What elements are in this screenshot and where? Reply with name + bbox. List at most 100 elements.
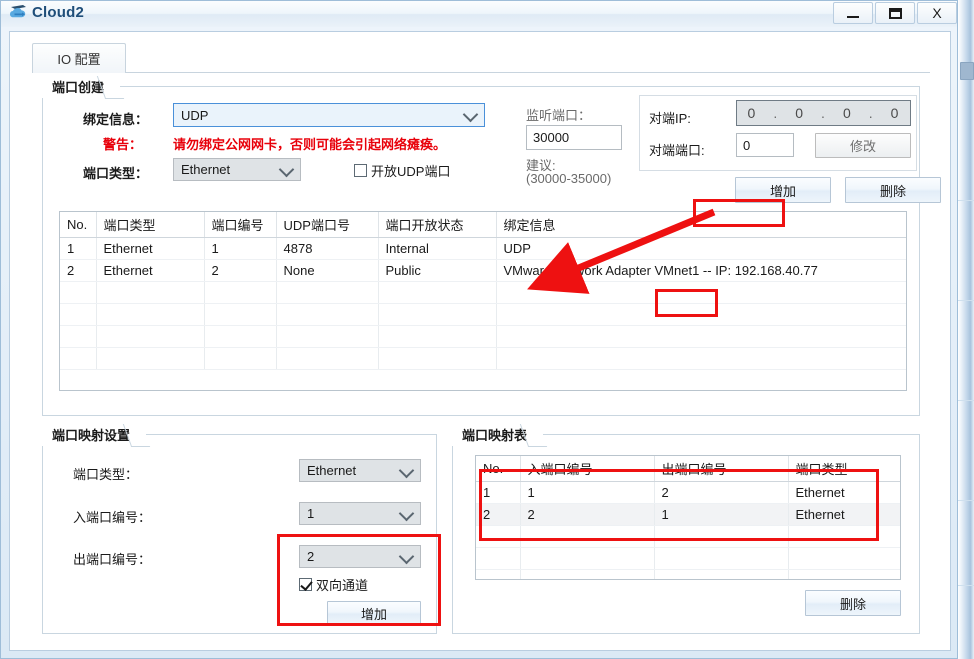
maximize-button[interactable]	[875, 2, 915, 24]
cell-no: 1	[60, 237, 97, 260]
map-col-out-port: 出端口编号	[654, 456, 789, 482]
map-out-port-label: 出端口编号：	[73, 552, 152, 567]
map-port-type-combo[interactable]: Ethernet	[299, 459, 421, 482]
cell-in-port: 1	[520, 481, 655, 504]
close-icon: X	[932, 5, 942, 21]
minimize-button[interactable]	[833, 2, 873, 24]
client-area: IO 配置 端口创建 绑定信息： UDP 警告： 请勿绑定公网网卡，否则可能会引…	[9, 31, 951, 651]
table-row-empty[interactable]	[476, 569, 900, 579]
warning-label: 警告：	[103, 137, 143, 152]
cell-in-port: 2	[520, 503, 655, 526]
port-col-udp: UDP端口号	[276, 212, 379, 238]
checkbox-box	[354, 164, 367, 177]
map-col-in-port: 入端口编号	[520, 456, 655, 482]
port-type-label: 端口类型：	[83, 166, 149, 181]
mapping-table[interactable]: No. 入端口编号 出端口编号 端口类型 1 1 2 Ethernet 2 2 …	[475, 455, 901, 580]
checkbox-box	[299, 578, 312, 591]
group-port-mapping-table-title: 端口映射表	[452, 422, 544, 446]
cell-out-port: 2	[654, 481, 789, 504]
peer-port-input[interactable]: 0	[736, 133, 794, 157]
delete-port-button[interactable]: 删除	[845, 177, 941, 203]
map-in-port-combo[interactable]: 1	[299, 502, 421, 525]
table-row[interactable]: 2 Ethernet 2 None Public VMware Network …	[60, 259, 906, 282]
listen-port-label: 监听端口：	[526, 108, 592, 123]
group-port-mapping-table: 端口映射表 No. 入端口编号 出端口编号 端口类型 1 1 2 Etherne…	[452, 422, 920, 634]
tab-strip: IO 配置	[32, 43, 930, 73]
maximize-icon	[888, 7, 902, 19]
tab-io-config[interactable]: IO 配置	[32, 43, 126, 73]
bidirectional-label: 双向通道	[316, 578, 369, 593]
group-port-create: 端口创建 绑定信息： UDP 警告： 请勿绑定公网网卡，否则可能会引起网络瘫痪。…	[42, 74, 941, 416]
map-out-port-combo[interactable]: 2	[299, 545, 421, 568]
listen-port-value: 30000	[533, 130, 570, 145]
add-port-button[interactable]: 增加	[735, 177, 831, 203]
bind-info-label: 绑定信息：	[83, 112, 149, 127]
port-col-bind-info: 绑定信息	[496, 212, 906, 238]
open-udp-checkbox[interactable]: 开放UDP端口	[354, 161, 450, 180]
chevron-down-icon	[398, 462, 415, 478]
ip-dot-2: .	[821, 105, 826, 121]
map-in-port-label: 入端口编号：	[73, 510, 152, 525]
chevron-down-icon	[462, 106, 479, 123]
cell-open-state: Public	[378, 259, 497, 282]
peer-ip-input[interactable]: 0 . 0 . 0 . 0	[736, 100, 911, 126]
chevron-down-icon	[398, 548, 415, 564]
bind-info-combo[interactable]: UDP	[173, 103, 485, 127]
modify-button[interactable]: 修改	[815, 133, 911, 158]
peer-ip-octet-4: 0	[890, 105, 900, 121]
table-row-empty[interactable]	[60, 325, 906, 348]
table-row-empty[interactable]	[476, 547, 900, 570]
cell-no: 2	[476, 503, 521, 526]
cell-no: 2	[60, 259, 97, 282]
table-row[interactable]: 2 2 1 Ethernet	[476, 503, 900, 526]
map-add-button[interactable]: 增加	[327, 601, 421, 625]
map-port-type-label: 端口类型：	[73, 467, 139, 482]
cell-bind-info: UDP	[496, 237, 906, 260]
cell-number: 2	[204, 259, 277, 282]
cell-type: Ethernet	[96, 259, 205, 282]
title-bar[interactable]: Cloud2 X	[1, 1, 957, 27]
chevron-down-icon	[398, 505, 415, 521]
port-col-open-state: 端口开放状态	[378, 212, 497, 238]
bind-info-value: UDP	[181, 107, 209, 123]
mapping-table-element: No. 入端口编号 出端口编号 端口类型 1 1 2 Ethernet 2 2 …	[476, 456, 900, 579]
background-window-sliver	[958, 0, 974, 659]
table-row[interactable]: 1 1 2 Ethernet	[476, 481, 900, 504]
peer-ip-label: 对端IP:	[649, 111, 691, 126]
cell-no: 1	[476, 481, 521, 504]
suggest-range: (30000-35000)	[526, 171, 612, 186]
cell-open-state: Internal	[378, 237, 497, 260]
map-in-port-value: 1	[307, 506, 315, 521]
table-row-empty[interactable]	[60, 281, 906, 304]
map-col-port-type: 端口类型	[788, 456, 900, 482]
port-col-no: No.	[60, 212, 97, 238]
port-type-combo[interactable]: Ethernet	[173, 158, 301, 181]
cell-out-port: 1	[654, 503, 789, 526]
ip-dot-3: .	[868, 105, 874, 121]
port-type-value: Ethernet	[181, 162, 231, 177]
port-col-number: 端口编号	[204, 212, 277, 238]
window-title: Cloud2	[32, 4, 85, 21]
open-udp-label: 开放UDP端口	[371, 164, 451, 179]
group-port-mapping-settings-title: 端口映射设置	[42, 422, 147, 446]
table-row-empty[interactable]	[476, 525, 900, 548]
port-table-element: No. 端口类型 端口编号 UDP端口号 端口开放状态 绑定信息 1 Ether…	[60, 212, 906, 370]
table-row-empty[interactable]	[60, 303, 906, 326]
cell-bind-info: VMware Network Adapter VMnet1 -- IP: 192…	[496, 259, 906, 282]
table-row[interactable]: 1 Ethernet 1 4878 Internal UDP	[60, 237, 906, 260]
table-row-empty[interactable]	[60, 347, 906, 370]
cell-udp: None	[276, 259, 379, 282]
ip-dot-1: .	[773, 105, 779, 121]
map-delete-button[interactable]: 删除	[805, 590, 901, 616]
cell-port-type: Ethernet	[788, 481, 900, 504]
port-table[interactable]: No. 端口类型 端口编号 UDP端口号 端口开放状态 绑定信息 1 Ether…	[59, 211, 907, 391]
mapping-table-header-row: No. 入端口编号 出端口编号 端口类型	[476, 456, 900, 482]
close-button[interactable]: X	[917, 2, 957, 24]
warning-text: 请勿绑定公网网卡，否则可能会引起网络瘫痪。	[173, 137, 447, 152]
peer-ip-octet-1: 0	[747, 105, 757, 121]
cell-udp: 4878	[276, 237, 379, 260]
bidirectional-checkbox[interactable]: 双向通道	[299, 575, 368, 594]
listen-port-input[interactable]: 30000	[526, 125, 622, 150]
background-scrollbar-thumb[interactable]	[960, 62, 974, 80]
map-col-no: No.	[476, 456, 521, 482]
